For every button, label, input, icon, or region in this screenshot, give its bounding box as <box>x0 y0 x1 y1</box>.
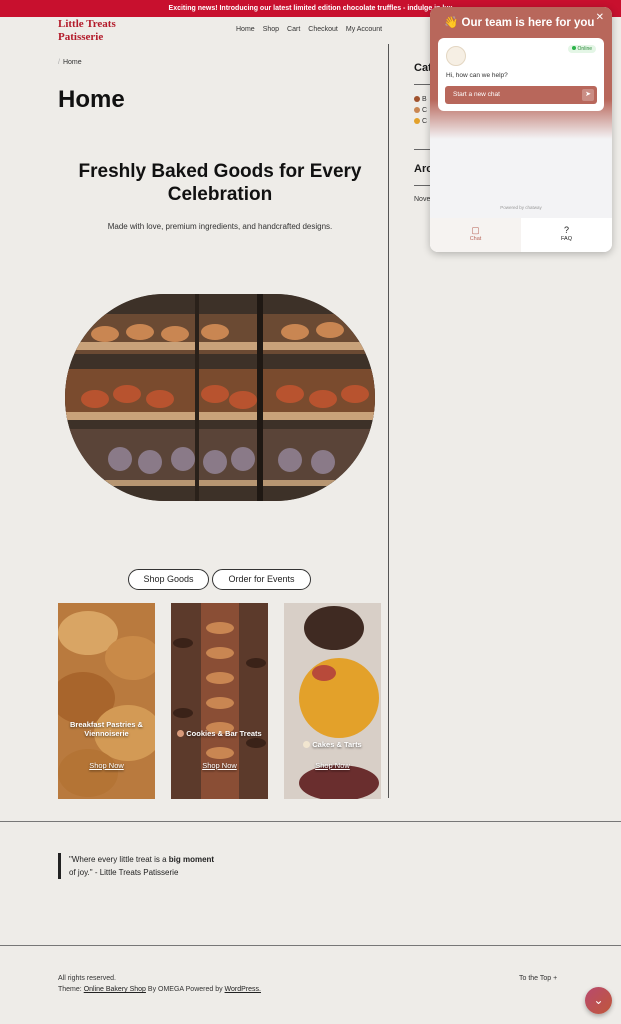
testimonial-quote: "Where every little treat is a big momen… <box>58 853 218 879</box>
shop-goods-button[interactable]: Shop Goods <box>128 569 209 590</box>
wave-icon: 👋 <box>444 17 459 29</box>
main-nav: Home Shop Cart Checkout My Account <box>236 26 382 33</box>
shop-now-link[interactable]: Shop Now <box>171 761 268 770</box>
breadcrumb-current: Home <box>62 59 82 66</box>
chat-title: 👋 Our team is here for you <box>444 17 595 29</box>
nav-cart[interactable]: Cart <box>287 26 300 33</box>
shop-now-link[interactable]: Shop Now <box>58 761 155 770</box>
nav-home[interactable]: Home <box>236 26 255 33</box>
nav-checkout[interactable]: Checkout <box>308 26 338 33</box>
hero-title: Freshly Baked Goods for Every Celebratio… <box>78 161 362 205</box>
close-icon[interactable]: ✕ <box>596 12 604 23</box>
logo-line-2: Patisserie <box>58 31 104 43</box>
order-for-events-button[interactable]: Order for Events <box>212 569 311 590</box>
send-icon: ➤ <box>582 89 594 101</box>
cookie-icon <box>177 730 185 737</box>
footer-rights: All rights reserved. <box>58 975 116 982</box>
tab-faq[interactable]: ? FAQ <box>521 218 612 252</box>
chat-widget: 👋 Our team is here for you ✕ Online Hi, … <box>430 7 612 252</box>
hero-bakery-display-image <box>65 294 375 501</box>
content-divider <box>388 44 389 798</box>
cake-icon <box>303 741 311 748</box>
category-card-title: Cakes & Tarts <box>284 740 381 749</box>
category-icon <box>414 107 420 113</box>
tab-chat[interactable]: ▢ Chat <box>430 218 521 252</box>
chat-tabs: ▢ Chat ? FAQ <box>430 218 612 252</box>
category-card-cakes[interactable]: Cakes & Tarts Shop Now <box>284 603 381 799</box>
category-card-pastries[interactable]: Breakfast Pastries & Viennoiserie Shop N… <box>58 603 155 799</box>
site-logo[interactable]: Little Treats Patisserie <box>58 18 116 44</box>
category-card-cookies[interactable]: Cookies & Bar Treats Shop Now <box>171 603 268 799</box>
sidebar-category-item[interactable]: C <box>414 107 427 114</box>
shop-now-link[interactable]: Shop Now <box>284 761 381 770</box>
chat-powered-by[interactable]: Powered by chatway <box>430 205 612 210</box>
theme-link[interactable]: Online Bakery Shop <box>84 986 146 993</box>
avatar <box>446 46 466 66</box>
sidebar-category-item[interactable]: C <box>414 118 427 125</box>
nav-shop[interactable]: Shop <box>263 26 279 33</box>
start-new-chat-button[interactable]: Start a new chat ➤ <box>445 86 597 104</box>
hero-subtitle: Made with love, premium ingredients, and… <box>107 222 333 231</box>
category-card-title: Breakfast Pastries & Viennoiserie <box>70 720 143 738</box>
logo-line-1: Little Treats <box>58 18 116 30</box>
category-icon <box>414 96 420 102</box>
chat-greeting: Hi, how can we help? <box>446 72 508 79</box>
chevron-down-icon: ⌄ <box>593 993 604 1007</box>
category-card-title: Cookies & Bar Treats <box>171 729 268 738</box>
chat-toggle-button[interactable]: ⌄ <box>585 987 612 1014</box>
chat-welcome-card: Online Hi, how can we help? Start a new … <box>438 38 604 111</box>
section-divider <box>0 821 621 822</box>
footer-credits: Theme: Online Bakery Shop By OMEGA Power… <box>58 986 261 993</box>
breadcrumb: / Home <box>58 59 82 66</box>
chat-bubble-icon: ▢ <box>471 225 480 235</box>
online-dot-icon <box>571 46 576 50</box>
wordpress-link[interactable]: WordPress. <box>225 986 261 993</box>
sidebar-category-item[interactable]: B <box>414 96 427 103</box>
to-top-link[interactable]: To the Top + <box>519 975 557 982</box>
category-icon <box>414 118 420 124</box>
footer-divider <box>0 945 621 946</box>
status-badge: Online <box>567 45 596 53</box>
question-icon: ? <box>563 225 569 235</box>
nav-my-account[interactable]: My Account <box>346 26 382 33</box>
page-title: Home <box>58 86 125 113</box>
sidebar-archive-item[interactable]: Nove <box>414 196 430 203</box>
